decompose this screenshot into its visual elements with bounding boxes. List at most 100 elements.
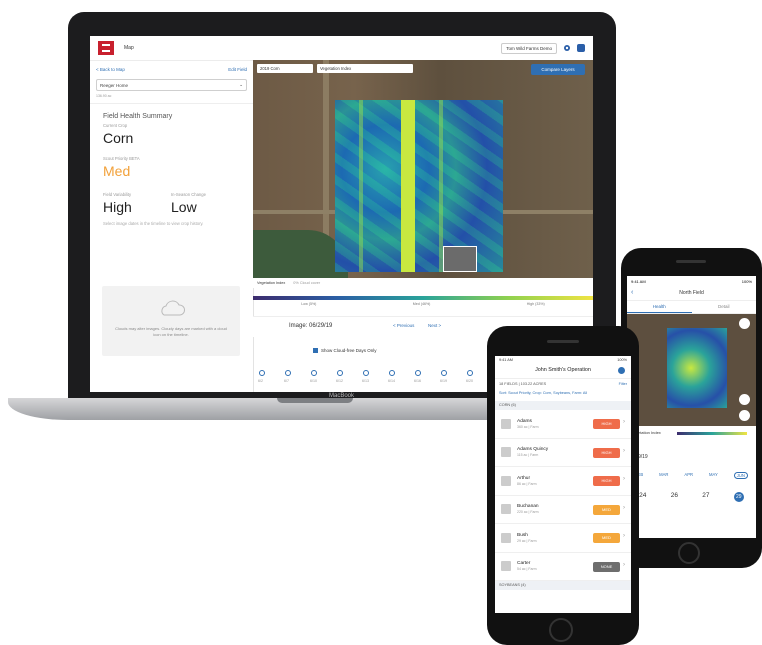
field-shape-icon: [501, 447, 511, 458]
status-battery: 100%: [741, 278, 752, 284]
inset-thumbnail[interactable]: [443, 246, 477, 272]
field-row[interactable]: Buchanan 220 ac | Farm MED ›: [495, 496, 631, 524]
field-list: Adams 360 ac | Farm HIGH › Adams Quincy 115 a…: [495, 410, 631, 581]
field-shape-icon: [501, 532, 511, 543]
timeline-dot[interactable]: [337, 370, 343, 376]
checkbox-icon[interactable]: [313, 348, 318, 353]
field-row[interactable]: Arthur 86 ac | Farm HIGH ›: [495, 467, 631, 496]
locate-icon[interactable]: [739, 410, 750, 421]
month-mar[interactable]: MAR: [659, 472, 668, 479]
fields-summary: 18 FIELDS | 103.22 ACRES Filter: [495, 379, 631, 389]
sidebar-header: Map: [90, 36, 253, 61]
layers-icon[interactable]: [739, 318, 750, 329]
field-select[interactable]: Reeger Home ⌄: [96, 79, 247, 91]
field-stripe: [359, 100, 363, 272]
field-shape-icon: [501, 418, 511, 429]
day-26[interactable]: 26: [671, 492, 678, 502]
phone-list-screen: 9:41 AM 100% John Smith's Operation 18 F…: [495, 356, 631, 613]
timeline-dot[interactable]: [311, 370, 317, 376]
day-24[interactable]: 24: [639, 492, 646, 502]
compare-layers-button[interactable]: Compare Layers: [531, 64, 585, 75]
edit-field-link[interactable]: Edit Field: [228, 67, 247, 72]
operation-title[interactable]: John Smith's Operation: [495, 367, 631, 373]
gear-icon[interactable]: [563, 44, 571, 52]
timeline-dot[interactable]: [259, 370, 265, 376]
layer-select[interactable]: Vegetation Index: [317, 64, 413, 73]
field-name: Buchanan: [517, 504, 539, 510]
timeline-dot[interactable]: [415, 370, 421, 376]
phone-speaker: [547, 340, 579, 343]
field-variability-value: High: [103, 199, 132, 215]
priority-badge: HIGH: [593, 476, 620, 486]
timeline-label: 6/16: [414, 379, 421, 383]
layer-select-value: Vegetation Index: [320, 66, 352, 71]
month-apr[interactable]: APR: [684, 472, 693, 479]
field-name: Carter: [517, 561, 531, 567]
timeline-dot[interactable]: [389, 370, 395, 376]
field-row-text: Adams 360 ac | Farm: [517, 419, 539, 429]
gear-icon[interactable]: [618, 367, 625, 374]
field-row[interactable]: Carter 54 ac | Farm NONE ›: [495, 553, 631, 581]
chevron-right-icon: ›: [623, 533, 625, 539]
timeline-dot[interactable]: [441, 370, 447, 376]
timeline-label: 6/2: [258, 379, 263, 383]
farm-select[interactable]: Tom Wild Farms Demo: [501, 42, 557, 54]
veg-index-gradient: [677, 432, 747, 435]
timeline-dot[interactable]: [467, 370, 473, 376]
phone-detail-screen: 9:41 AM 100% ‹ North Field Health Detail…: [627, 276, 756, 538]
next-button[interactable]: Next >: [428, 323, 441, 328]
in-season-change-label: In-Season Change: [171, 192, 206, 197]
cloud-notice-card: Clouds may alter images. Cloudy days are…: [102, 286, 240, 356]
field-health-overlay: [667, 328, 727, 408]
timeline-label: 6/14: [388, 379, 395, 383]
sidebar-nav-row: < Back to Map Edit Field: [90, 61, 253, 72]
field-sidebar: Map < Back to Map Edit Field Reeger Home…: [90, 36, 254, 392]
tab-detail[interactable]: Detail: [692, 301, 757, 313]
timeline-label: 6/10: [310, 379, 317, 383]
month-jun[interactable]: JUN: [733, 472, 748, 479]
timeline-label: 6/13: [362, 379, 369, 383]
status-bar: 9:41 AM 100%: [495, 356, 631, 364]
field-row-text: Bush 29 ac | Farm: [517, 533, 537, 543]
close-icon[interactable]: [739, 394, 750, 405]
home-button[interactable]: [678, 542, 700, 564]
priority-badge: HIGH: [593, 419, 620, 429]
timeline-dot[interactable]: [285, 370, 291, 376]
detail-header: ‹ North Field: [627, 286, 756, 301]
sort-line[interactable]: Sort: Scout Priority, Crop: Corn, Soybea…: [495, 389, 631, 401]
in-season-change: In-Season Change Low: [171, 189, 239, 215]
field-row[interactable]: Bush 29 ac | Farm MED ›: [495, 524, 631, 553]
back-to-map-link[interactable]: < Back to Map: [96, 67, 125, 72]
veg-index-bar: Vegetation Index: [627, 426, 756, 448]
user-icon[interactable]: [577, 44, 585, 52]
field-shape-icon: [501, 561, 511, 572]
previous-button[interactable]: < Previous: [393, 323, 414, 328]
chevron-right-icon: ›: [623, 561, 625, 568]
timeline-label: 6/20: [466, 379, 473, 383]
field-row[interactable]: Adams Quincy 115 ac | Farm HIGH ›: [495, 439, 631, 467]
priority-badge: MED: [593, 504, 620, 515]
image-date: Image: 06/29/19: [289, 323, 333, 329]
detail-map[interactable]: [627, 314, 756, 426]
field-variability-label: Field Variability: [103, 192, 132, 197]
month-may[interactable]: MAY: [709, 472, 718, 479]
map-tab[interactable]: Map: [124, 45, 134, 51]
layer-bar: Vegetation Index 0% Cloud cover: [253, 278, 593, 288]
day-29[interactable]: 29: [733, 492, 744, 502]
crop-select[interactable]: 2019 Corn: [257, 64, 313, 73]
field-high-band: [401, 100, 415, 272]
section-soybeans: SOYBEANS (4): [495, 581, 631, 590]
field-variability: Field Variability High: [103, 189, 171, 215]
day-27[interactable]: 27: [702, 492, 709, 502]
cloud-free-toggle[interactable]: Show Cloud-free Days Only: [313, 348, 377, 353]
home-button[interactable]: [549, 618, 573, 642]
field-health-overlay[interactable]: [335, 100, 503, 272]
tab-health[interactable]: Health: [627, 301, 692, 313]
field-row[interactable]: Adams 360 ac | Farm HIGH ›: [495, 410, 631, 439]
field-name: Arthur: [517, 475, 531, 481]
current-crop-value: Corn: [103, 130, 134, 146]
filter-button[interactable]: Filter: [619, 382, 627, 386]
timeline-dot[interactable]: [363, 370, 369, 376]
field-acres: 54 ac | Farm: [517, 567, 537, 572]
brand-logo-icon[interactable]: [98, 41, 114, 55]
